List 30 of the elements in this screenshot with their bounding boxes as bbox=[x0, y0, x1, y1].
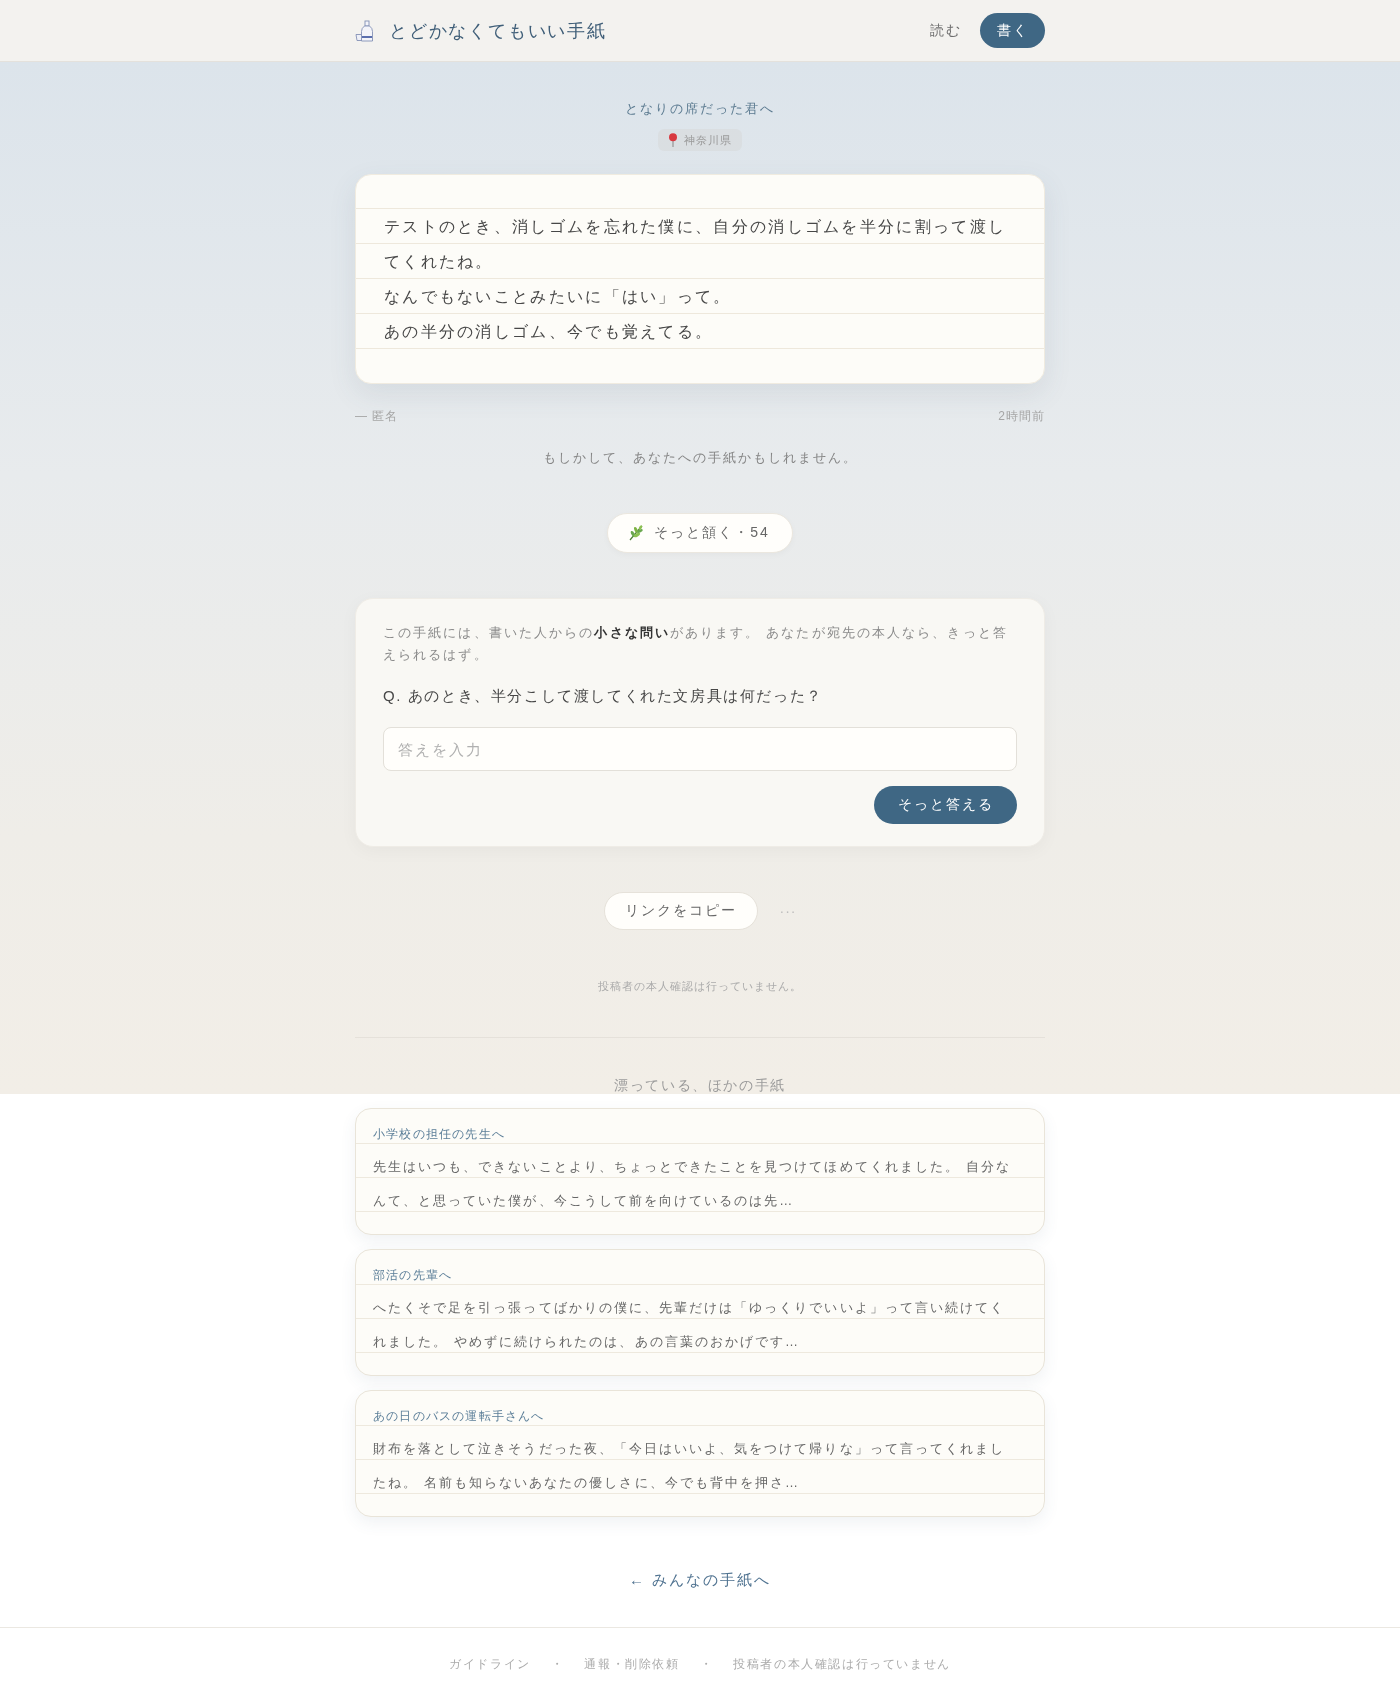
hint-text: もしかして、あなたへの手紙かもしれません。 bbox=[542, 449, 858, 467]
letter-card[interactable]: あの日のバスの運転手さんへ 財布を落として泣きそうだった夜、「今日はいいよ、気をつけて帰りな」って言ってくれましたね。 名前も知らないあなたの優しさに、今でも背中を押さ… bbox=[355, 1390, 1045, 1517]
location-text: 神奈川県 bbox=[684, 132, 732, 148]
question-intro: この手紙には、書いた人からの小さな問いがあります。 あなたが宛先の本人なら、きっと答えられるはず。 bbox=[383, 624, 1009, 664]
write-button[interactable]: 書く bbox=[980, 13, 1045, 48]
letter-paragraph: テストのとき、消しゴムを忘れた僕に、自分の消しゴムを半分に割って渡してくれたね。 bbox=[383, 217, 1008, 272]
answer-button[interactable]: そっと答える bbox=[874, 786, 1017, 824]
footer-separator: ・ bbox=[699, 1656, 714, 1672]
question-text: Q. あのとき、半分こして渡してくれた文房具は何だった？ bbox=[383, 686, 824, 706]
letter-paragraph: なんでもないことみたいに「はい」って。 bbox=[383, 287, 733, 307]
copy-link-button[interactable]: リンクをコピー bbox=[603, 892, 758, 930]
answer-field[interactable]: 答えを入力 bbox=[383, 727, 1017, 771]
pin-icon bbox=[668, 133, 678, 147]
card-recipient: 部活の先輩へ bbox=[372, 1267, 454, 1284]
letter-recipient: となりの席だった君へ bbox=[625, 100, 775, 118]
post-time: 2時間前 bbox=[998, 408, 1045, 424]
card-recipient: あの日のバスの運転手さんへ bbox=[372, 1408, 546, 1425]
letter-paragraph: あの半分の消しゴム、今でも覚えてる。 bbox=[383, 322, 715, 342]
letter-card[interactable]: 小学校の担任の先生へ 先生はいつも、できないことより、ちょっとできたことを見つけてほめてくれました。 自分なんて、と思っていた僕が、今こうして前を向けているのは先… bbox=[355, 1108, 1045, 1235]
bottle-icon bbox=[355, 19, 375, 42]
footer-separator: ・ bbox=[550, 1656, 565, 1672]
card-recipient: 小学校の担任の先生へ bbox=[372, 1126, 506, 1143]
section-heading: 漂っている、ほかの手紙 bbox=[614, 1076, 786, 1094]
leaf-icon bbox=[628, 525, 645, 541]
author-name: — 匿名 bbox=[355, 408, 399, 424]
site-title[interactable]: とどかなくてもいい手紙 bbox=[389, 18, 607, 43]
nod-button[interactable]: そっと頷く・54 bbox=[607, 513, 793, 553]
nav-link[interactable]: 読む bbox=[930, 21, 961, 40]
letter-card[interactable]: 部活の先輩へ へたくそで足を引っ張ってばかりの僕に、先輩だけは「ゆっくりでいいよ」って言い続けてくれました。 やめずに続けられたのは、あの言葉のおかげです… bbox=[355, 1249, 1045, 1376]
back-link[interactable]: ← みんなの手紙へ bbox=[628, 1569, 772, 1591]
